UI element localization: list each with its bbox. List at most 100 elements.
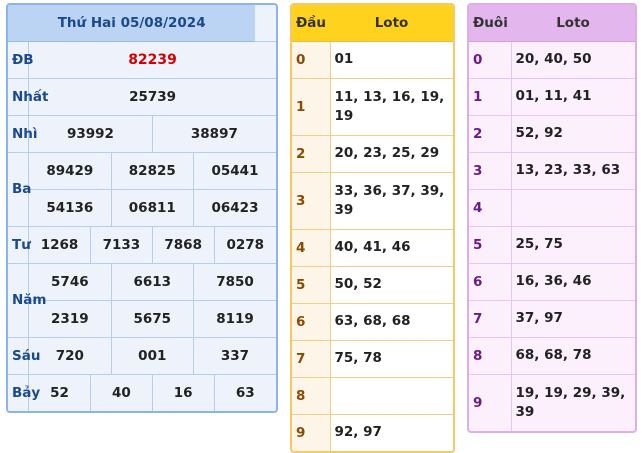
- row-value: 13, 23, 33, 63: [511, 151, 635, 189]
- row-key: 0: [469, 40, 512, 78]
- row-key: 8: [292, 376, 331, 414]
- prize-number: 720: [28, 336, 112, 374]
- column-header-head: Đầu: [292, 5, 330, 42]
- row-key: 1: [292, 77, 331, 135]
- column-header-loto: Loto: [511, 5, 635, 42]
- table-row: 3 33, 36, 37, 39, 39: [292, 171, 453, 229]
- prize-label: Ba: [8, 151, 31, 226]
- prize-number: 82825: [110, 151, 194, 189]
- row-value: 01, 11, 41: [511, 77, 635, 115]
- prize-number: 25739: [28, 77, 276, 115]
- table-row: 2 52, 92: [469, 114, 635, 152]
- table-row: 9 19, 19, 29, 39, 39: [469, 373, 635, 431]
- table-row: 0 01: [292, 40, 453, 78]
- row-key: 7: [469, 299, 512, 337]
- prize-number: 0278: [213, 225, 276, 263]
- prize-label: Nhất: [8, 77, 48, 115]
- prize-number: 54136: [28, 188, 112, 226]
- table-row: 3 13, 23, 33, 63: [469, 151, 635, 189]
- row-value: 52, 92: [511, 114, 635, 152]
- prize-number: 7133: [89, 225, 153, 263]
- table-row: 5 50, 52: [292, 265, 453, 303]
- prize-label: Tư: [8, 225, 31, 263]
- prize-row-third: Ba 89429 82825 05441: [8, 151, 276, 226]
- row-key: 6: [469, 262, 512, 300]
- prize-number: 89429: [28, 151, 112, 189]
- row-value: 25, 75: [511, 225, 635, 263]
- table-row: 1 01, 11, 41: [469, 77, 635, 115]
- table-row: 8: [292, 376, 453, 414]
- row-value: 11, 13, 16, 19, 19: [330, 77, 453, 135]
- row-value: 50, 52: [330, 265, 453, 303]
- prize-number: 40: [89, 373, 153, 411]
- column-header-loto: Loto: [330, 5, 453, 42]
- row-value: 16, 36, 46: [511, 262, 635, 300]
- prize-number: 001: [110, 336, 194, 374]
- table-row: 5 25, 75: [469, 225, 635, 263]
- tail-digit-table: Đuôi Loto 0 20, 40, 50 1 01, 11, 41 2 52, 9…: [469, 5, 635, 431]
- row-value: 92, 97: [330, 413, 453, 451]
- prize-row-fourth: Tư 1268 7133 7868 0278: [8, 225, 276, 263]
- row-key: 2: [469, 114, 512, 152]
- prize-number: 8119: [192, 299, 276, 337]
- special-prize-number: 82239: [28, 40, 276, 78]
- results-table: Thứ Hai 05/08/2024 ĐB 82239 Nhất 25739 N…: [8, 5, 276, 411]
- row-value: [511, 188, 635, 226]
- table-row: 1 11, 13, 16, 19, 19: [292, 77, 453, 135]
- prize-row-first: Nhất 25739: [8, 77, 276, 115]
- row-value: 63, 68, 68: [330, 302, 453, 340]
- table-row: 8 68, 68, 78: [469, 336, 635, 374]
- prize-row-fifth-line2: 2319 5675 8119: [8, 299, 276, 337]
- prize-row-seventh: Bảy 52 40 16 63: [8, 373, 276, 411]
- prize-label: Sáu: [8, 336, 40, 374]
- results-title: Thứ Hai 05/08/2024: [8, 5, 256, 42]
- head-digit-table-panel: Đầu Loto 0 01 1 11, 13, 16, 19, 19 2 20, 23…: [290, 3, 455, 453]
- prize-number: 06423: [192, 188, 276, 226]
- results-table-panel: Thứ Hai 05/08/2024 ĐB 82239 Nhất 25739 N…: [6, 3, 278, 413]
- prize-number: 05441: [192, 151, 276, 189]
- row-key: 4: [292, 228, 331, 266]
- table-row: 6 63, 68, 68: [292, 302, 453, 340]
- row-key: 5: [292, 265, 331, 303]
- table-row: 7 37, 97: [469, 299, 635, 337]
- row-key: 7: [292, 339, 331, 377]
- prize-number: 38897: [151, 114, 276, 152]
- prize-number: 06811: [110, 188, 194, 226]
- prize-row-third-line2: 54136 06811 06423: [8, 188, 276, 226]
- row-key: 9: [292, 413, 331, 451]
- row-value: [330, 376, 453, 414]
- head-digit-table: Đầu Loto 0 01 1 11, 13, 16, 19, 19 2 20, 23…: [292, 5, 453, 451]
- row-key: 8: [469, 336, 512, 374]
- prize-label: Nhì: [8, 114, 38, 152]
- table-row: 6 16, 36, 46: [469, 262, 635, 300]
- table-row: 9 92, 97: [292, 413, 453, 451]
- prize-number: 63: [213, 373, 276, 411]
- table-row: 0 20, 40, 50: [469, 40, 635, 78]
- row-key: 6: [292, 302, 331, 340]
- tail-digit-table-panel: Đuôi Loto 0 20, 40, 50 1 01, 11, 41 2 52, 9…: [467, 3, 637, 433]
- prize-number: 7868: [151, 225, 215, 263]
- prize-number: 6613: [110, 262, 194, 300]
- prize-number: 1268: [28, 225, 91, 263]
- prize-number: 93992: [28, 114, 153, 152]
- row-value: 40, 41, 46: [330, 228, 453, 266]
- row-key: 1: [469, 77, 512, 115]
- prize-number: 337: [192, 336, 276, 374]
- row-value: 01: [330, 40, 453, 78]
- prize-row-special: ĐB 82239: [8, 40, 276, 78]
- prize-row-second: Nhì 93992 38897: [8, 114, 276, 152]
- prize-label: Năm: [8, 262, 46, 337]
- prize-number: 5675: [110, 299, 194, 337]
- prize-label: Bảy: [8, 373, 40, 411]
- row-value: 20, 40, 50: [511, 40, 635, 78]
- row-value: 33, 36, 37, 39, 39: [330, 171, 453, 229]
- row-key: 5: [469, 225, 512, 263]
- table-row: 2 20, 23, 25, 29: [292, 134, 453, 172]
- prize-number: 16: [151, 373, 215, 411]
- prize-row-sixth: Sáu 720 001 337: [8, 336, 276, 374]
- row-value: 37, 97: [511, 299, 635, 337]
- column-header-tail: Đuôi: [469, 5, 511, 42]
- prize-label: ĐB: [8, 40, 34, 78]
- row-value: 19, 19, 29, 39, 39: [511, 373, 635, 431]
- row-key: 4: [469, 188, 512, 226]
